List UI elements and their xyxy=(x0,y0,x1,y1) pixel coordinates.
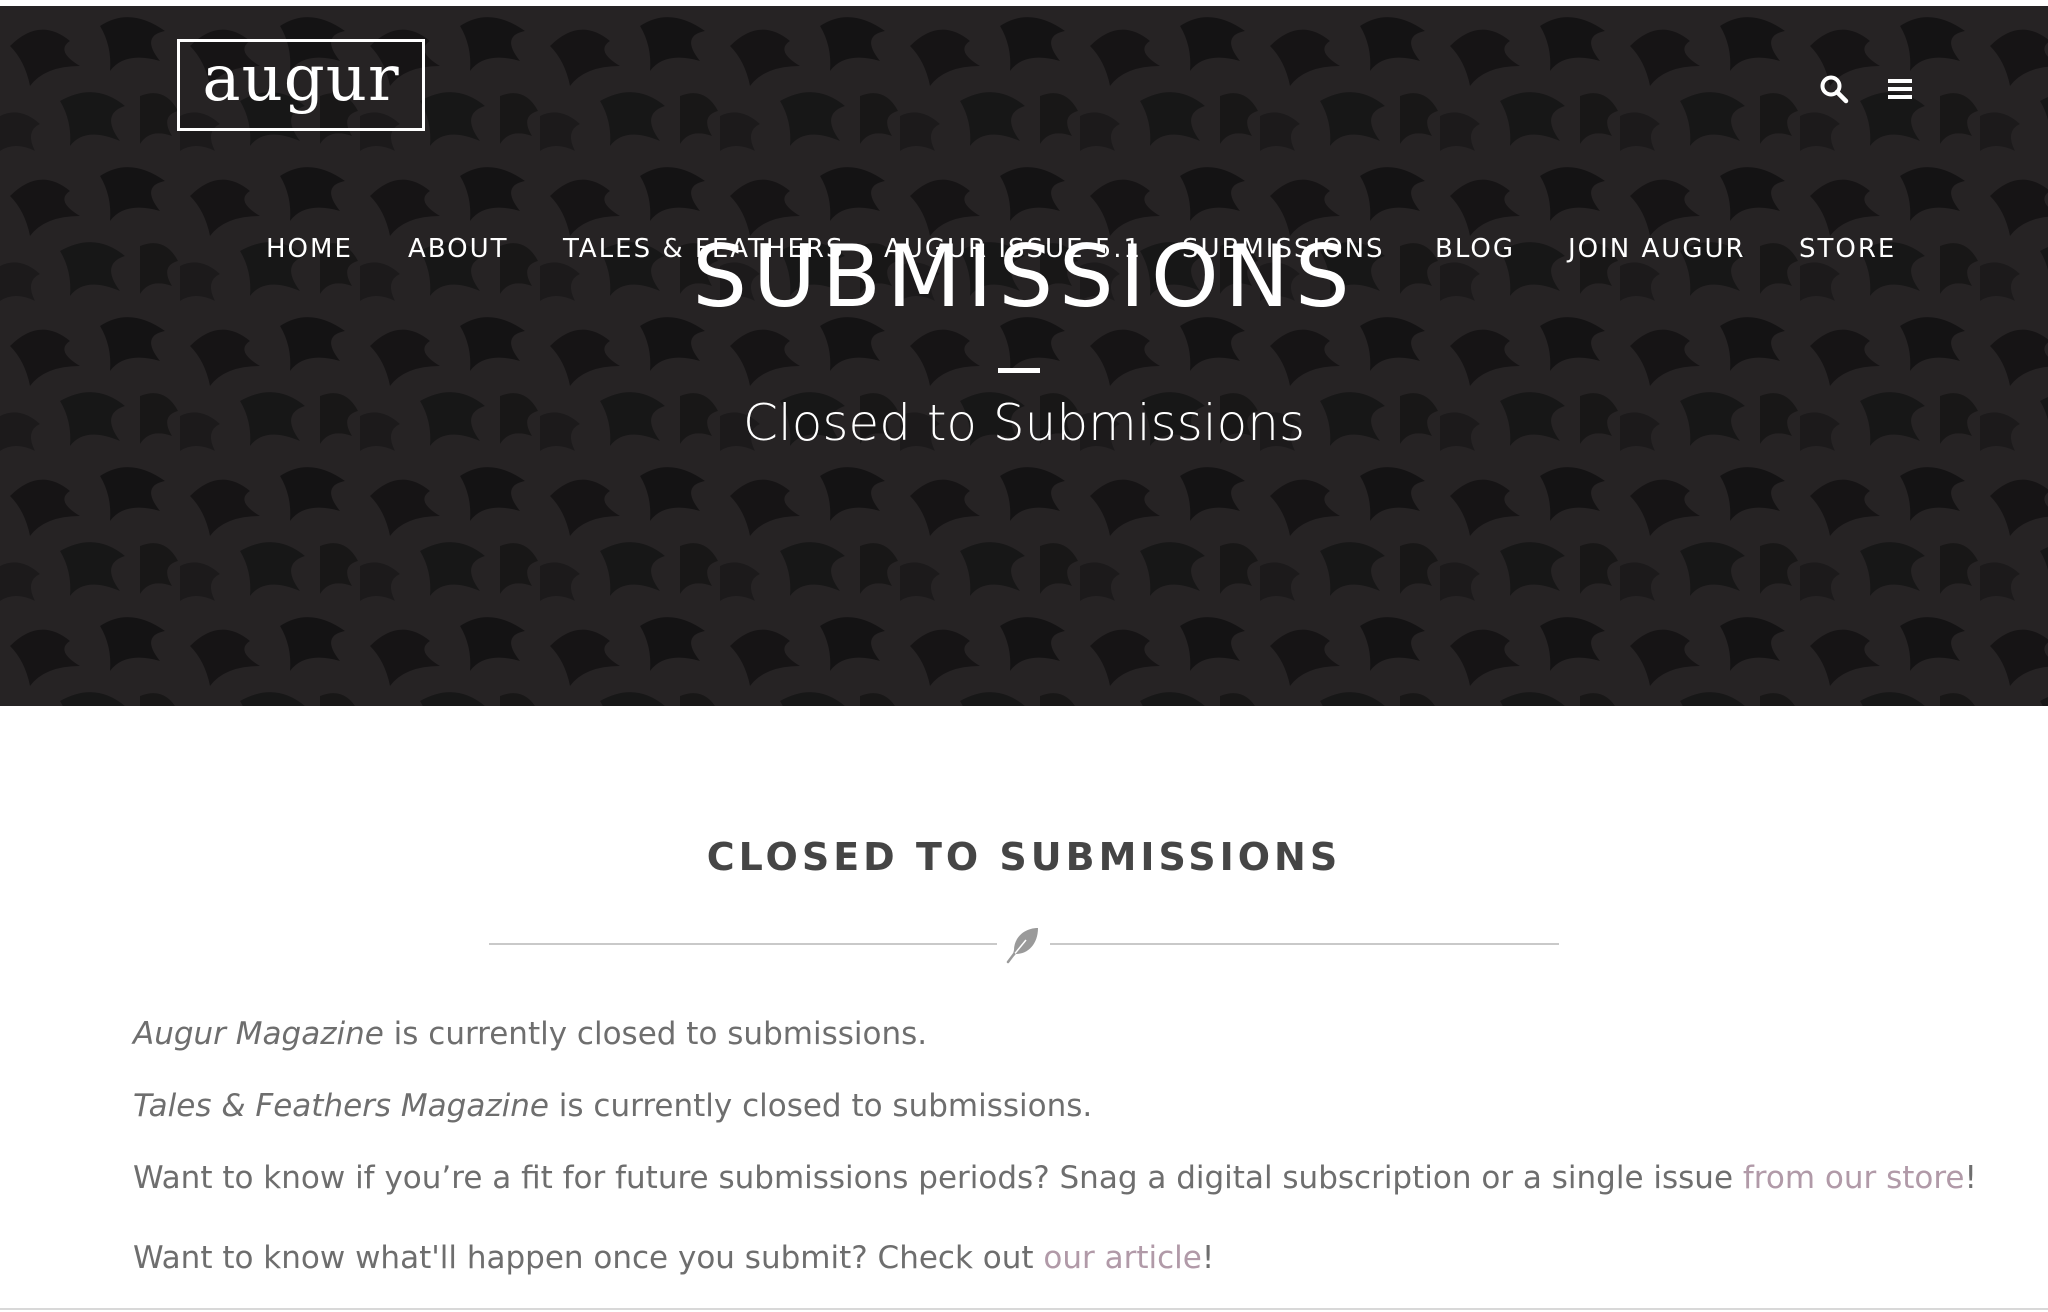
paragraph-tail: ! xyxy=(1964,1160,1977,1196)
magazine-name: Tales & Feathers Magazine xyxy=(133,1088,549,1124)
paragraph-text: Want to know what'll happen once you sub… xyxy=(133,1240,1044,1276)
hero-banner: augur SUBMISSIONS HOME ABOUT TALES & FEA… xyxy=(0,6,2048,706)
nav-item-join-augur[interactable]: JOIN AUGUR xyxy=(1568,234,1746,264)
article-link[interactable]: our article xyxy=(1043,1240,1201,1276)
hero-subtitle: Closed to Submissions xyxy=(742,394,1305,452)
nav-item-about[interactable]: ABOUT xyxy=(408,234,509,264)
paragraph-store: Want to know if you’re a fit for future … xyxy=(133,1160,1977,1197)
nav-item-store[interactable]: STORE xyxy=(1799,234,1896,264)
store-link[interactable]: from our store xyxy=(1743,1160,1965,1196)
hero-dash-divider xyxy=(998,368,1040,373)
nav-item-augur-issue[interactable]: AUGUR ISSUE 5.1 xyxy=(884,234,1142,264)
paragraph-tales-closed: Tales & Feathers Magazine is currently c… xyxy=(133,1088,1092,1125)
search-icon[interactable] xyxy=(1819,74,1849,104)
feather-icon xyxy=(1006,928,1038,964)
nav-item-blog[interactable]: BLOG xyxy=(1435,234,1515,264)
paragraph-text: is currently closed to submissions. xyxy=(548,1088,1093,1124)
augur-logo[interactable]: augur xyxy=(177,39,425,131)
divider-line-left xyxy=(489,943,997,945)
nav-item-tales-and-feathers[interactable]: TALES & FEATHERS xyxy=(563,234,844,264)
magazine-name: Augur Magazine xyxy=(133,1016,384,1052)
nav-item-submissions[interactable]: SUBMISSIONS xyxy=(1182,234,1385,264)
main-nav: HOME ABOUT TALES & FEATHERS AUGUR ISSUE … xyxy=(0,234,2048,274)
paragraph-tail: ! xyxy=(1201,1240,1215,1276)
nav-item-home[interactable]: HOME xyxy=(266,234,353,264)
divider-line-right xyxy=(1050,943,1559,945)
paragraph-text: is currently closed to submissions. xyxy=(383,1016,928,1052)
paragraph-article: Want to know what'll happen once you sub… xyxy=(133,1240,1214,1277)
paragraph-text: Want to know if you’re a fit for future … xyxy=(133,1160,1743,1196)
paragraph-augur-closed: Augur Magazine is currently closed to su… xyxy=(133,1016,927,1053)
hamburger-menu-icon[interactable] xyxy=(1886,74,1916,104)
bottom-rule xyxy=(0,1308,2048,1310)
section-title: CLOSED TO SUBMISSIONS xyxy=(706,835,1342,879)
